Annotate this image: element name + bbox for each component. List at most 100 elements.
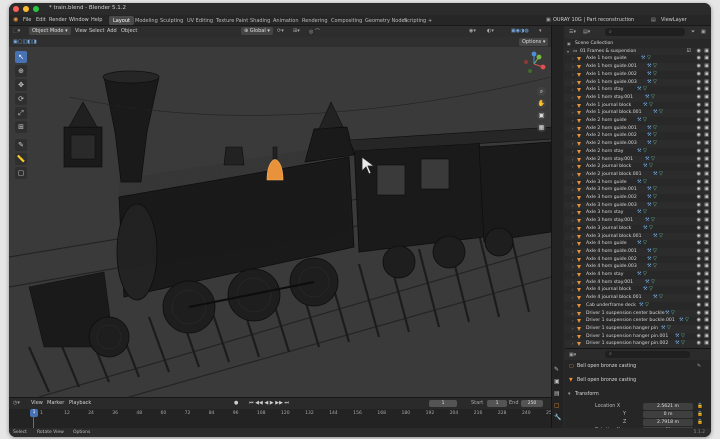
expand-arrow-icon[interactable]: › <box>572 194 574 202</box>
mesh-data-icon[interactable]: ▽ <box>651 279 655 287</box>
proportional-edit-icon[interactable]: ◎ ⌒ <box>309 28 320 35</box>
lock-location-z-icon[interactable]: 🔓 <box>697 420 703 425</box>
visibility-eye-icon[interactable]: ◉ <box>697 156 701 164</box>
start-frame-field[interactable]: 1 <box>487 400 507 407</box>
lock-location-x-icon[interactable]: 🔓 <box>697 404 703 409</box>
render-camera-icon[interactable]: ▣ <box>704 302 709 310</box>
outliner-object-row[interactable]: › Axle 2 horn guide.003 ⚒ ▽ ◉ ▣ <box>565 140 711 148</box>
zoom-view-icon[interactable]: ⌕ <box>537 87 546 96</box>
visibility-eye-icon[interactable]: ◉ <box>697 202 701 210</box>
outliner-object-row[interactable]: › Axle 1 horn guide.003 ⚒ ▽ ◉ ▣ <box>565 78 711 87</box>
mesh-data-icon[interactable]: ▽ <box>681 333 685 341</box>
outliner-object-row[interactable]: › Axle 1 journal block ⚒ ▽ ◉ ▣ <box>565 102 711 110</box>
transform-orientation-selector[interactable]: ⊕ Global ▾ <box>241 27 273 35</box>
expand-arrow-icon[interactable]: › <box>572 240 574 248</box>
outliner-object-row[interactable]: › Axle 2 horn guide.001 ⚒ ▽ ◉ ▣ <box>565 124 711 133</box>
mesh-data-icon[interactable]: ▽ <box>653 71 657 79</box>
modifier-wrench-icon[interactable]: ⚒ <box>679 317 683 325</box>
outliner-scene-collection[interactable]: ▣ Scene Collection <box>565 40 711 48</box>
data-name-field[interactable]: Bell open bronze casting <box>577 378 636 383</box>
render-camera-icon[interactable]: ▣ <box>704 271 709 279</box>
visibility-eye-icon[interactable]: ◉ <box>697 263 701 271</box>
outliner-object-row[interactable]: › Axle 3 horn stay ⚒ ▽ ◉ ▣ <box>565 209 711 217</box>
visibility-eye-icon[interactable]: ◉ <box>697 79 701 87</box>
scene-selector[interactable]: OURAY 10G | Part reconstruction <box>553 17 634 23</box>
modifier-wrench-icon[interactable]: ⚒ <box>643 286 647 294</box>
outliner-object-row[interactable]: › Axle 3 horn guide.003 ⚒ ▽ ◉ ▣ <box>565 201 711 210</box>
cursor-tool-icon[interactable]: ⊕ <box>15 65 27 77</box>
expand-arrow-icon[interactable]: › <box>572 209 574 217</box>
expand-arrow-icon[interactable]: › <box>572 333 574 341</box>
mesh-data-icon[interactable]: ▽ <box>643 117 647 125</box>
options-dropdown[interactable]: Options ▾ <box>519 38 549 46</box>
expand-arrow-icon[interactable]: › <box>572 263 574 271</box>
modifier-wrench-icon[interactable]: ⚒ <box>643 225 647 233</box>
props-editor-type-icon[interactable]: ▣▾ <box>569 352 576 358</box>
mesh-data-icon[interactable]: ▽ <box>653 248 657 256</box>
3d-viewport[interactable]: ⬚▾ Object Mode ▾ View Select Add Object … <box>9 26 551 397</box>
outliner-object-row[interactable]: › Driver 1 suspension hanger pin.001 ⚒ ▽ ◉ ▣ <box>565 333 711 341</box>
modifier-wrench-icon[interactable]: ⚒ <box>647 248 651 256</box>
filter-icon[interactable]: ⏷ <box>691 29 695 35</box>
modifier-wrench-icon[interactable]: ⚒ <box>675 340 679 348</box>
render-camera-icon[interactable]: ▣ <box>704 163 709 171</box>
modifier-wrench-icon[interactable]: ⚒ <box>645 217 649 225</box>
mesh-data-icon[interactable]: ▽ <box>643 86 647 94</box>
mesh-data-icon[interactable]: ▽ <box>651 217 655 225</box>
modifier-wrench-icon[interactable]: ⚒ <box>647 125 651 133</box>
render-camera-icon[interactable]: ▣ <box>704 333 709 341</box>
menu-help[interactable]: Help <box>91 17 102 23</box>
expand-arrow-icon[interactable]: › <box>572 325 574 333</box>
timeline-ruler[interactable]: 1 12 24 36 48 60 72 84 96 108 120 132 144 156 168 180 19… <box>9 409 555 419</box>
render-camera-icon[interactable]: ▣ <box>704 179 709 187</box>
modifier-wrench-icon[interactable]: ⚒ <box>647 79 651 87</box>
render-camera-icon[interactable]: ▣ <box>704 294 709 302</box>
minimize-window-button[interactable] <box>23 6 29 12</box>
outliner-object-row[interactable]: › Driver 1 suspension center buckle ⚒ ▽ ◉ ▣ <box>565 309 711 318</box>
modifier-wrench-icon[interactable]: ⚒ <box>641 55 645 63</box>
outliner-object-row[interactable]: › Axle 3 horn stay.001 ⚒ ▽ ◉ ▣ <box>565 217 711 225</box>
render-camera-icon[interactable]: ▣ <box>704 317 709 325</box>
outliner-object-row[interactable]: › Cab underframe deck ⚒ ▽ ◉ ▣ <box>565 302 711 310</box>
modifier-wrench-icon[interactable]: ⚒ <box>637 240 641 248</box>
render-camera-icon[interactable]: ▣ <box>704 79 709 87</box>
visibility-eye-icon[interactable]: ◉ <box>697 117 701 125</box>
location-z-field[interactable]: 2.7918 m <box>643 419 693 426</box>
modifier-wrench-icon[interactable]: ⚒ <box>637 209 641 217</box>
view-layer-selector[interactable]: ViewLayer <box>661 17 687 23</box>
render-camera-icon[interactable]: ▣ <box>704 286 709 294</box>
mesh-data-icon[interactable]: ▽ <box>649 163 653 171</box>
move-tool-icon[interactable]: ✥ <box>15 79 27 91</box>
visibility-eye-icon[interactable]: ◉ <box>697 302 701 310</box>
transform-tool-icon[interactable]: ⊞ <box>15 121 27 133</box>
mesh-data-icon[interactable]: ▽ <box>659 233 663 241</box>
visibility-eye-icon[interactable]: ◉ <box>697 48 701 56</box>
outliner-object-row[interactable]: › Axle 4 horn stay.001 ⚒ ▽ ◉ ▣ <box>565 278 711 287</box>
menu-window[interactable]: Window <box>69 17 89 23</box>
menu-render[interactable]: Render <box>49 17 67 23</box>
modifier-wrench-icon[interactable]: ⚒ <box>645 156 649 164</box>
modifier-wrench-icon[interactable]: ⚒ <box>637 148 641 156</box>
visibility-eye-icon[interactable]: ◉ <box>697 333 701 341</box>
display-mode-icon[interactable]: ▤▾ <box>583 29 590 35</box>
visibility-eye-icon[interactable]: ◉ <box>697 148 701 156</box>
visibility-eye-icon[interactable]: ◉ <box>697 163 701 171</box>
mesh-data-icon[interactable]: ▽ <box>653 132 657 140</box>
outliner-object-row[interactable]: › Axle 4 horn guide.002 ⚒ ▽ ◉ ▣ <box>565 256 711 264</box>
annotate-tool-icon[interactable]: ✎ <box>15 139 27 151</box>
modifier-wrench-icon[interactable]: ⚒ <box>661 325 665 333</box>
mesh-data-icon[interactable]: ▽ <box>649 225 653 233</box>
modifier-wrench-icon[interactable]: ⚒ <box>647 194 651 202</box>
expand-arrow-icon[interactable]: › <box>572 310 574 318</box>
mesh-data-icon[interactable]: ▽ <box>653 79 657 87</box>
visibility-eye-icon[interactable]: ◉ <box>697 286 701 294</box>
mesh-data-icon[interactable]: ▽ <box>643 179 647 187</box>
editor-type-icon[interactable]: ⬚▾ <box>13 28 20 34</box>
expand-arrow-icon[interactable]: › <box>572 317 574 325</box>
outliner-object-row[interactable]: › Axle 2 horn stay.001 ⚒ ▽ ◉ ▣ <box>565 155 711 164</box>
visibility-eye-icon[interactable]: ◉ <box>697 340 701 348</box>
render-camera-icon[interactable]: ▣ <box>704 279 709 287</box>
outliner[interactable]: ☰▾ ▤▾ ⌕ ⏷ ▣ ▣ Scene Collection ▾ ▭ 01 Frames… <box>565 26 711 348</box>
visibility-eye-icon[interactable]: ◉ <box>697 240 701 248</box>
outliner-object-row[interactable]: › Driver 1 suspension center buckle.001 ⚒ ▽… <box>565 317 711 325</box>
